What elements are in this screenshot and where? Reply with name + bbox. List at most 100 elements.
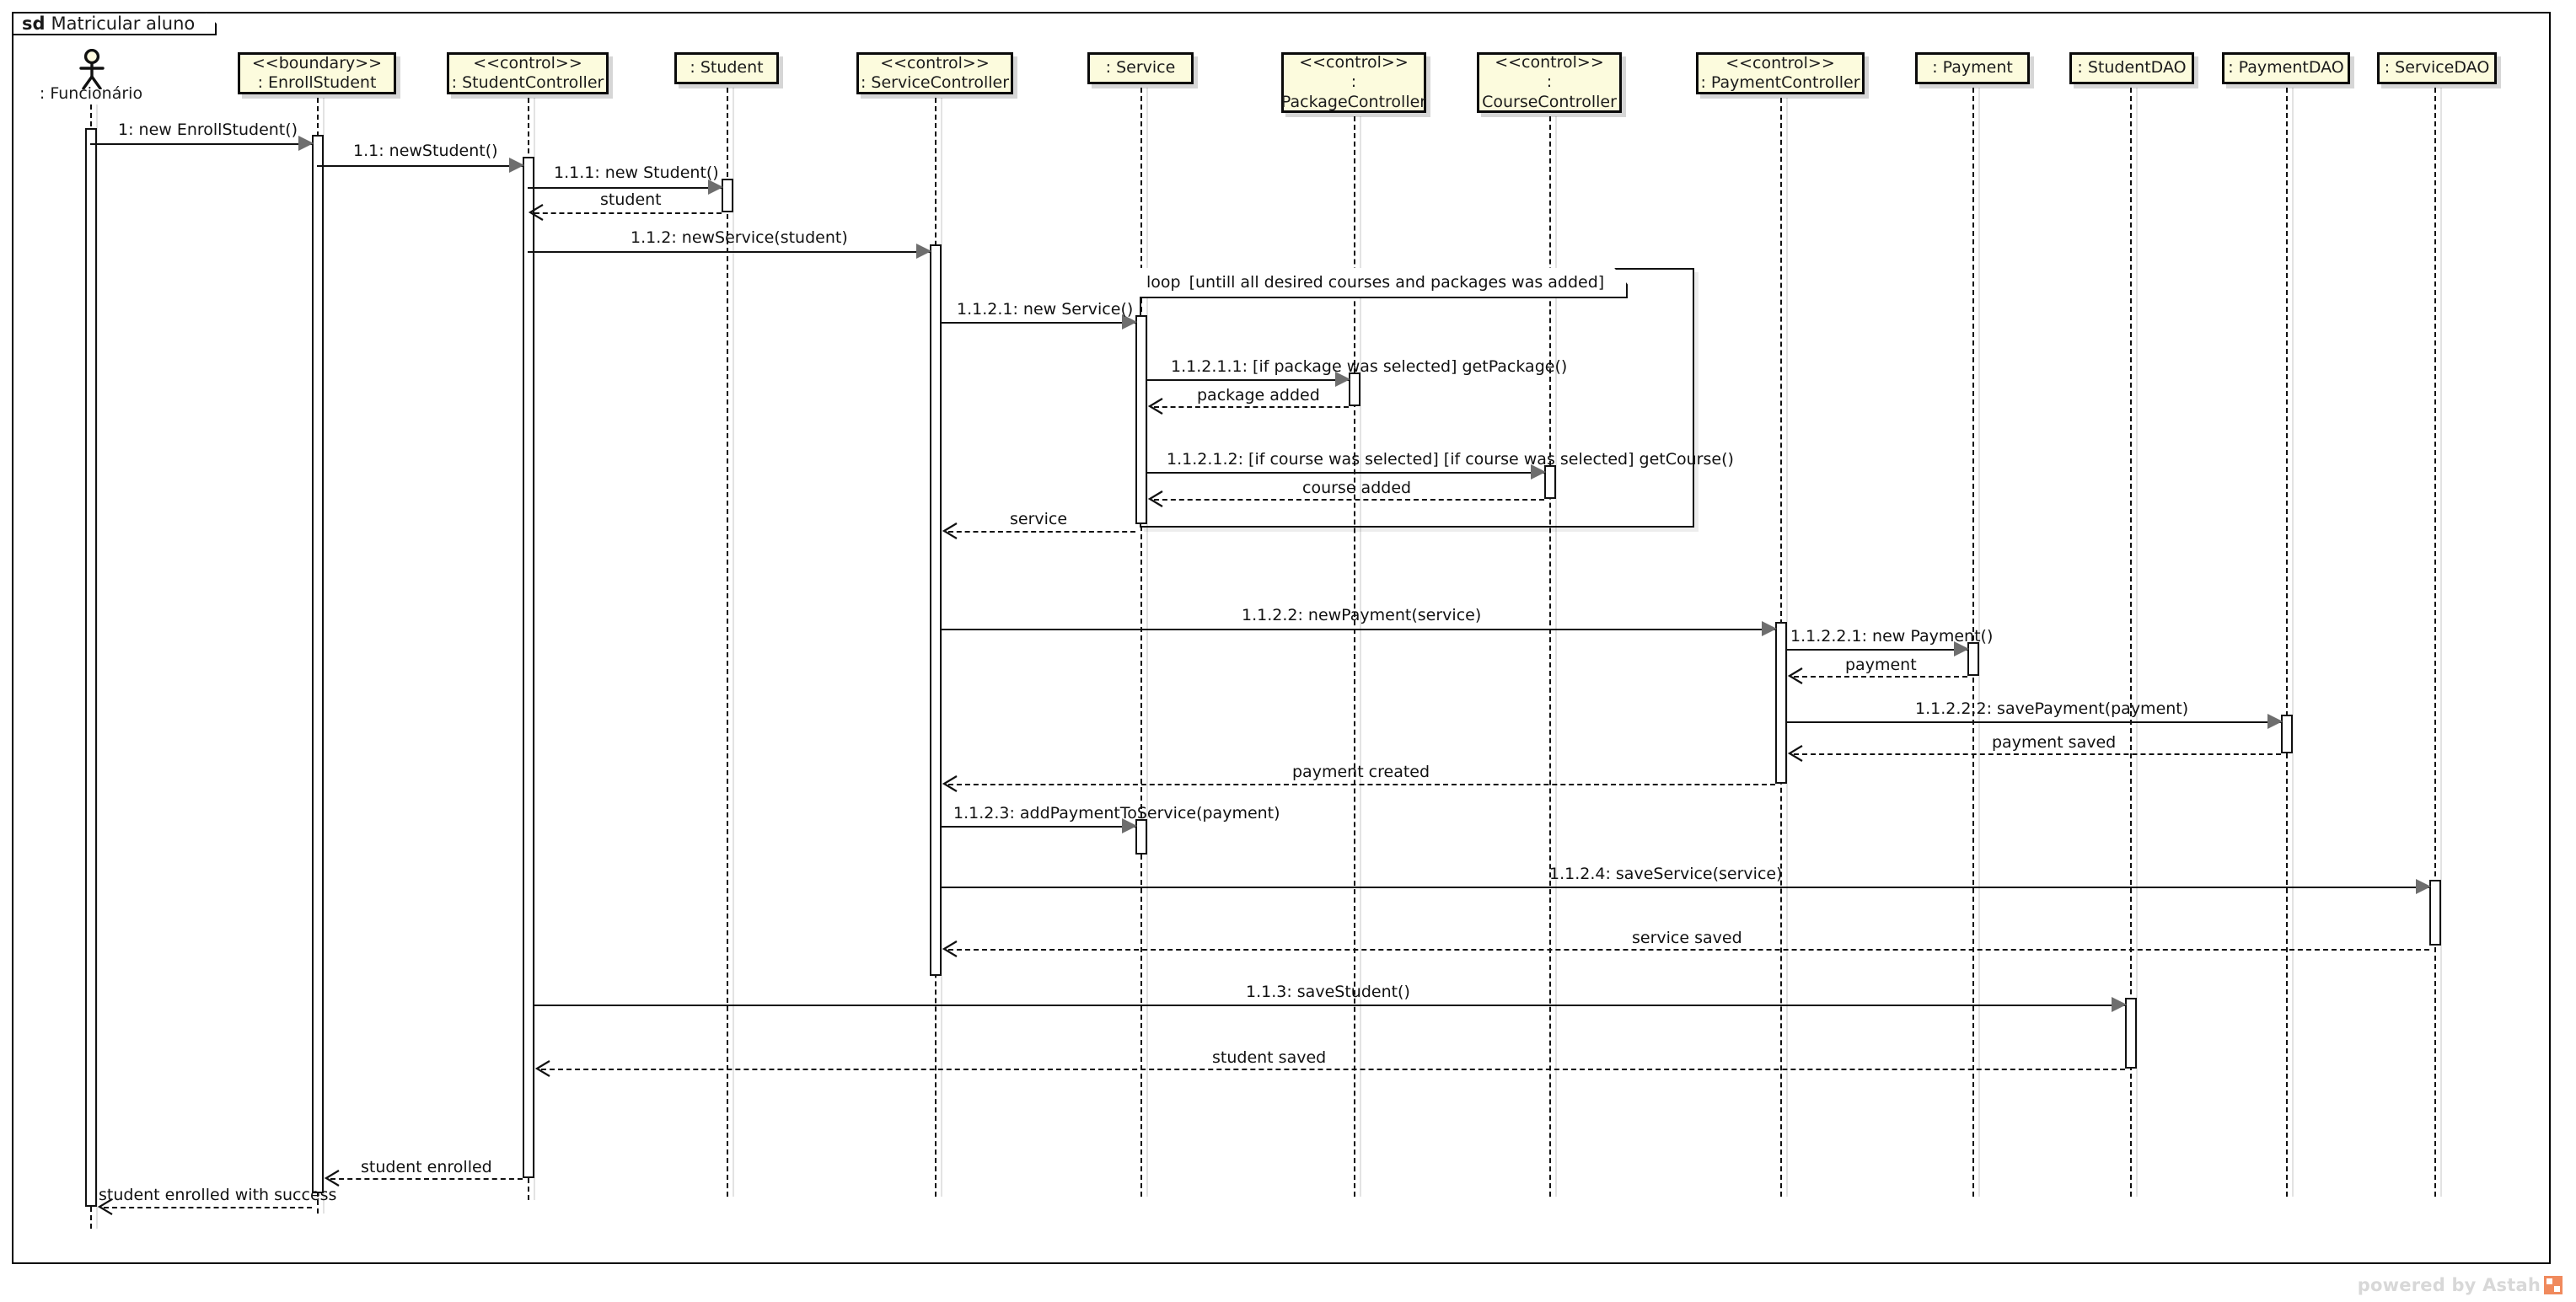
message-line[interactable]	[528, 251, 930, 253]
lifeline-head-studentdao[interactable]: : StudentDAO	[2069, 52, 2194, 84]
arrowhead-open-icon	[1147, 398, 1164, 415]
activation-paymentcontroller	[1775, 622, 1787, 784]
activation-studentcontroller	[523, 157, 534, 1178]
actor-funcionario[interactable]	[72, 48, 111, 93]
message-line[interactable]	[317, 165, 523, 167]
lifeline-name: CourseController	[1482, 92, 1617, 111]
lifeline-stereotype: <<boundary>>	[251, 53, 383, 72]
activation-student	[722, 179, 733, 212]
message-label: 1.1.2.3: addPaymentToService(payment)	[953, 804, 1280, 822]
lifeline-head-servicecontroller[interactable]: <<control>> : ServiceController	[856, 52, 1013, 94]
message-line[interactable]	[1794, 753, 2281, 755]
arrowhead-filled-icon	[2267, 714, 2283, 729]
combined-fragment-label: loop [untill all desired courses and pac…	[1140, 268, 1628, 298]
message-label: 1.1.2.4: saveService(service)	[1549, 865, 1783, 883]
arrowhead-filled-icon	[509, 158, 524, 173]
message-line[interactable]	[1154, 406, 1349, 408]
diagram-title-tab: sd Matricular aluno	[12, 12, 217, 35]
activation-packagecontroller	[1349, 372, 1360, 406]
message-line[interactable]	[90, 143, 314, 145]
message-line[interactable]	[330, 1178, 523, 1180]
arrowhead-open-icon	[1147, 490, 1164, 507]
arrowhead-filled-icon	[1762, 621, 1777, 636]
lifeline-name: : StudentDAO	[2077, 58, 2187, 78]
message-line[interactable]	[942, 629, 1775, 630]
message-label: payment created	[1292, 763, 1430, 781]
lifeline-head-paymentcontroller[interactable]: <<control>> : PaymentController	[1696, 52, 1865, 94]
message-label: 1.1.1: new Student()	[554, 163, 719, 182]
arrowhead-open-icon	[942, 940, 958, 957]
message-label: 1.1.2.2: newPayment(service)	[1242, 606, 1482, 624]
watermark: powered by Astah	[2358, 1275, 2563, 1295]
lifeline-head-packagecontroller[interactable]: <<control>> : PackageController	[1281, 52, 1426, 113]
arrowhead-open-icon	[942, 522, 958, 539]
arrowhead-open-icon	[942, 775, 958, 792]
message-line[interactable]	[104, 1207, 312, 1208]
lifeline-stem-student[interactable]	[727, 88, 728, 1197]
message-line[interactable]	[534, 1005, 2125, 1006]
lifeline-stereotype: <<control>>	[1495, 53, 1604, 72]
lifeline-name: : EnrollStudent	[257, 73, 377, 92]
message-line[interactable]	[1787, 649, 1967, 651]
message-label: 1.1.2.1.1: [if package was selected] get…	[1171, 357, 1568, 376]
message-line[interactable]	[1787, 721, 2281, 723]
lifeline-head-payment[interactable]: : Payment	[1915, 52, 2030, 84]
activation-servicecontroller	[930, 244, 942, 976]
lifeline-name: : PaymentController	[1700, 73, 1860, 92]
message-label: 1.1.2: newService(student)	[631, 228, 848, 247]
diagram-canvas: : Funcionário <<boundary>> : EnrollStude…	[0, 0, 2576, 1302]
message-line[interactable]	[1794, 676, 1967, 678]
lifeline-stem-shadow	[2440, 88, 2442, 1197]
arrowhead-open-icon	[1787, 745, 1804, 762]
message-line[interactable]	[942, 887, 2429, 888]
message-label: 1.1.3: saveStudent()	[1246, 983, 1410, 1001]
arrowhead-open-icon	[324, 1170, 341, 1187]
activation-servicedao	[2429, 880, 2441, 946]
lifeline-head-paymentdao[interactable]: : PaymentDAO	[2222, 52, 2350, 84]
lifeline-head-enrollstudent[interactable]: <<boundary>> : EnrollStudent	[238, 52, 396, 94]
activation-studentdao	[2125, 998, 2137, 1069]
activation-service-addpay	[1135, 819, 1147, 855]
lifeline-head-student[interactable]: : Student	[674, 52, 779, 84]
message-line[interactable]	[948, 784, 1775, 785]
message-label: course added	[1302, 479, 1412, 497]
message-line[interactable]	[1147, 379, 1349, 381]
message-line[interactable]	[942, 322, 1135, 324]
lifeline-stem-shadow	[1146, 88, 1148, 1197]
message-line[interactable]	[1147, 472, 1544, 474]
message-line[interactable]	[948, 949, 2429, 951]
message-label: 1.1.2.2.1: new Payment()	[1790, 627, 1994, 646]
lifeline-stereotype: <<control>>	[880, 53, 990, 72]
message-label: 1: new EnrollStudent()	[118, 121, 298, 139]
arrowhead-open-icon	[534, 1060, 551, 1077]
astah-logo-icon	[2544, 1276, 2563, 1294]
message-label: 1.1.2.2.2: savePayment(payment)	[1915, 699, 2189, 718]
lifeline-head-studentcontroller[interactable]: <<control>> : StudentController	[447, 52, 609, 94]
lifeline-stem-service[interactable]	[1140, 88, 1142, 1197]
lifeline-stereotype: <<control>>	[1725, 53, 1835, 72]
lifeline-name: : ServiceDAO	[2384, 58, 2490, 78]
message-line[interactable]	[541, 1069, 2125, 1070]
message-line[interactable]	[942, 826, 1135, 828]
lifeline-name: : StudentController	[451, 73, 604, 92]
lifeline-stem-paymentdao[interactable]	[2286, 88, 2288, 1197]
fragment-guard: [untill all desired courses and packages…	[1189, 273, 1605, 292]
message-line[interactable]	[948, 531, 1135, 533]
lifeline-name-prefix: :	[1546, 72, 1553, 92]
message-label: student enrolled with success	[99, 1186, 337, 1204]
message-line[interactable]	[1154, 499, 1544, 501]
message-line[interactable]	[534, 212, 722, 214]
fragment-operator: loop	[1146, 273, 1181, 292]
lifeline-head-service[interactable]: : Service	[1087, 52, 1194, 84]
arrowhead-filled-icon	[2416, 879, 2431, 894]
message-label: package added	[1197, 386, 1320, 405]
lifeline-head-servicedao[interactable]: : ServiceDAO	[2377, 52, 2497, 84]
message-line[interactable]	[528, 187, 722, 189]
lifeline-head-coursecontroller[interactable]: <<control>> : CourseController	[1477, 52, 1622, 113]
activation-payment-new	[1967, 642, 1979, 676]
message-label: payment saved	[1992, 733, 2117, 752]
lifeline-stem-servicedao[interactable]	[2434, 88, 2436, 1197]
diagram-kind-keyword: sd	[22, 13, 46, 34]
message-label: payment	[1845, 656, 1917, 674]
activation-paymentdao	[2281, 715, 2293, 753]
